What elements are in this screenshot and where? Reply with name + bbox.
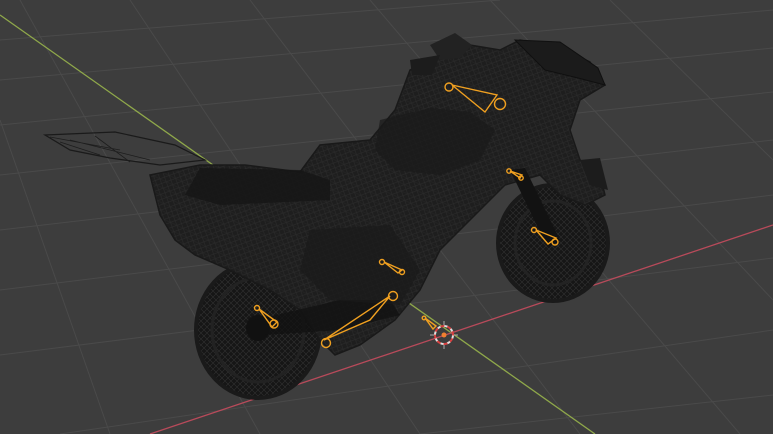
bone-root[interactable] bbox=[421, 315, 438, 331]
seat bbox=[185, 168, 330, 205]
motorcycle-wireframe[interactable] bbox=[42, 33, 610, 400]
viewport-canvas[interactable] bbox=[0, 0, 773, 434]
3d-viewport[interactable] bbox=[0, 0, 773, 434]
tail-fairing bbox=[42, 131, 208, 166]
